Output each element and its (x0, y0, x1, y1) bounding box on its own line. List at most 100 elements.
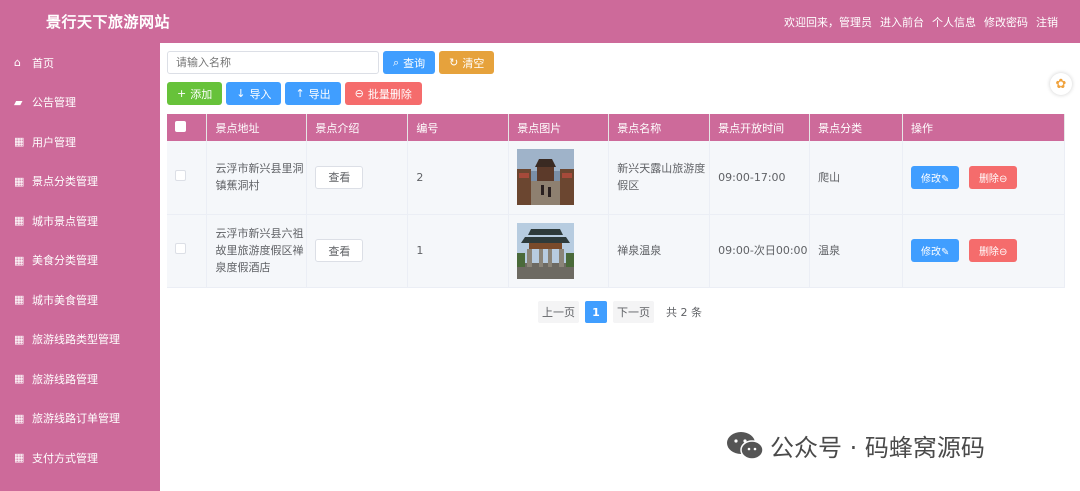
welcome-text: 欢迎回来，管理员 (784, 15, 872, 29)
row-checkbox[interactable] (175, 169, 186, 181)
grid-icon: ▦ (14, 293, 25, 307)
header-links: 欢迎回来，管理员 进入前台 个人信息 修改密码 注销 (784, 14, 1080, 30)
sidebar-item-route[interactable]: ▦ 旅游线路管理 (0, 359, 160, 399)
sidebar-item-users[interactable]: ▦ 用户管理 (0, 122, 160, 162)
scenic-photo-gate[interactable] (517, 222, 575, 279)
id-cell: 1 (407, 214, 510, 288)
plus-icon: + (177, 87, 187, 100)
grid-icon: ▦ (14, 451, 25, 465)
wechat-icon (727, 431, 764, 460)
refresh-icon: ↻ (449, 56, 459, 69)
batch-delete-button-label: 批量删除 (367, 87, 412, 101)
sidebar-item-payment[interactable]: ▦ 支付方式管理 (0, 438, 160, 478)
table-header-row: 景点地址 景点介绍 编号 景点图片 景点名称 景点开放时间 景点分类 操作 (167, 114, 1065, 141)
clear-button[interactable]: ↻ 清空 (439, 51, 495, 74)
col-name: 景点名称 (608, 114, 711, 141)
sidebar-item-city-food[interactable]: ▦ 城市美食管理 (0, 280, 160, 320)
view-intro-button[interactable]: 查看 (315, 239, 364, 262)
id-cell: 2 (407, 141, 510, 215)
row-checkbox[interactable] (175, 243, 186, 254)
grid-icon: ▦ (14, 214, 25, 228)
image-cell (508, 141, 610, 215)
sidebar-item-home[interactable]: ⌂ 首页 (0, 43, 160, 83)
scenic-photo-town[interactable] (517, 149, 575, 206)
goto-frontend-link[interactable]: 进入前台 (880, 14, 924, 30)
delete-button[interactable]: 删除⊖ (968, 165, 1018, 189)
pagination: 上一页 1 下一页 共 2 条 (538, 301, 702, 323)
main-content: ⌕ 查询 ↻ 清空 + 添加 ↓ 导入 ↑ 导出 ⊖ 批量删除 景点地址 (160, 43, 1080, 491)
minus-circle-icon: ⊖ (998, 247, 1008, 258)
sidebar: ⌂ 首页 ▰ 公告管理 ▦ 用户管理 ▦ 景点分类管理 ▦ 城市景点管理 ▦ 美… (0, 43, 160, 491)
profile-link[interactable]: 个人信息 (932, 14, 976, 30)
select-all-checkbox[interactable] (175, 120, 186, 132)
sidebar-item-label: 公告管理 (32, 96, 76, 110)
address-cell: 云浮市新兴县里洞镇蕉洞村 (206, 141, 308, 215)
batch-delete-button[interactable]: ⊖ 批量删除 (344, 82, 422, 105)
add-button-label: 添加 (190, 87, 213, 101)
hours-cell: 09:00-17:00 (709, 141, 811, 215)
export-button-label: 导出 (308, 87, 331, 101)
next-page-button[interactable]: 下一页 (613, 301, 654, 323)
export-button[interactable]: ↑ 导出 (285, 82, 341, 105)
add-button[interactable]: + 添加 (167, 82, 223, 105)
total-count: 共 2 条 (666, 306, 702, 319)
arrow-up-icon: ↑ (295, 87, 305, 100)
edit-icon: ✎ (941, 173, 950, 185)
address-cell: 云浮市新兴县六祖故里旅游度假区禅泉度假酒店 (206, 214, 308, 288)
sidebar-item-label: 美食分类管理 (32, 254, 98, 268)
delete-button-label: 删除 (978, 173, 999, 185)
category-cell: 爬山 (809, 141, 904, 215)
delete-button[interactable]: 删除⊖ (968, 239, 1018, 262)
sidebar-item-notice[interactable]: ▰ 公告管理 (0, 83, 160, 123)
view-intro-button[interactable]: 查看 (315, 165, 364, 189)
edit-button[interactable]: 修改✎ (911, 165, 960, 189)
site-title: 景行天下旅游网站 (46, 13, 171, 31)
sidebar-item-food-category[interactable]: ▦ 美食分类管理 (0, 241, 160, 281)
import-button[interactable]: ↓ 导入 (226, 82, 282, 105)
action-bar: + 添加 ↓ 导入 ↑ 导出 ⊖ 批量删除 (167, 82, 422, 105)
grid-icon: ▦ (14, 135, 25, 149)
minus-circle-icon: ⊖ (998, 173, 1008, 185)
sidebar-item-route-order[interactable]: ▦ 旅游线路订单管理 (0, 399, 160, 439)
sidebar-item-label: 首页 (32, 56, 54, 70)
prev-page-button[interactable]: 上一页 (538, 301, 579, 323)
col-operations: 操作 (902, 114, 1065, 141)
operations-cell: 修改✎ 删除⊖ (902, 214, 1065, 288)
flower-icon[interactable]: ✿ (1050, 73, 1072, 95)
col-intro: 景点介绍 (306, 114, 409, 141)
edit-button-label: 修改 (921, 173, 942, 185)
watermark: 公众号 · 码蜂窝源码 (726, 428, 985, 463)
search-bar: ⌕ 查询 ↻ 清空 (167, 51, 495, 74)
home-icon: ⌂ (14, 56, 21, 70)
import-button-label: 导入 (249, 87, 272, 101)
search-icon: ⌕ (393, 55, 400, 69)
sidebar-item-label: 用户管理 (32, 135, 76, 149)
sidebar-item-route-type[interactable]: ▦ 旅游线路类型管理 (0, 320, 160, 360)
col-hours: 景点开放时间 (709, 114, 811, 141)
image-cell (508, 214, 610, 288)
sidebar-item-label: 城市美食管理 (32, 293, 98, 307)
grid-icon: ▦ (14, 253, 25, 267)
sidebar-item-label: 旅游线路类型管理 (32, 333, 120, 347)
page-number-button[interactable]: 1 (585, 301, 607, 323)
edit-button[interactable]: 修改✎ (911, 239, 960, 262)
grid-icon: ▦ (14, 174, 25, 188)
col-image: 景点图片 (508, 114, 610, 141)
sidebar-item-scenic-category[interactable]: ▦ 景点分类管理 (0, 162, 160, 202)
search-input[interactable] (167, 51, 379, 74)
hours-cell: 09:00-次日00:00 (709, 214, 811, 288)
delete-button-label: 删除 (978, 247, 999, 258)
sidebar-item-label: 城市景点管理 (32, 214, 98, 228)
logout-link[interactable]: 注销 (1036, 14, 1058, 30)
sidebar-item-label: 景点分类管理 (32, 175, 98, 189)
chat-icon: ▰ (14, 95, 23, 109)
row-select-cell (167, 214, 208, 288)
change-password-link[interactable]: 修改密码 (984, 14, 1028, 30)
top-header: 景行天下旅游网站 欢迎回来，管理员 进入前台 个人信息 修改密码 注销 (0, 0, 1080, 43)
sidebar-item-city-scenic[interactable]: ▦ 城市景点管理 (0, 201, 160, 241)
grid-icon: ▦ (14, 332, 25, 346)
edit-icon: ✎ (941, 247, 950, 258)
col-category: 景点分类 (809, 114, 904, 141)
minus-circle-icon: ⊖ (354, 87, 364, 100)
query-button[interactable]: ⌕ 查询 (383, 51, 436, 74)
